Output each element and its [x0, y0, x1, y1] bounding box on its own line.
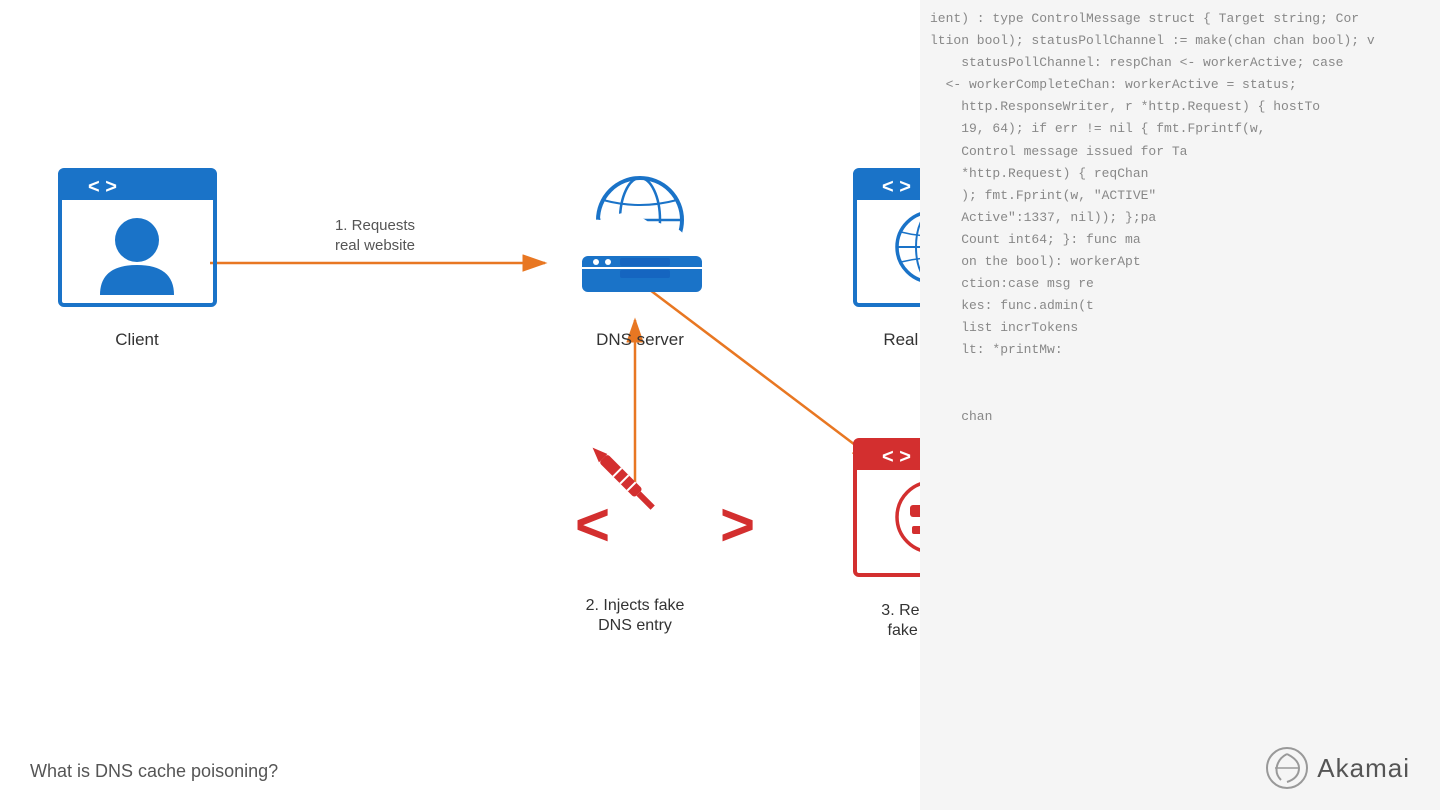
step1-label2: real website	[335, 237, 415, 254]
client-label: Client	[115, 330, 159, 349]
code-line: ction:case msg re	[930, 273, 1430, 295]
code-line: Count int64; }: func ma	[930, 229, 1430, 251]
dns-cloud-icon	[550, 178, 730, 292]
real-website-brackets: < >	[882, 176, 911, 198]
code-line: chan	[930, 406, 1430, 428]
client-code-brackets: < >	[88, 176, 117, 198]
client-person-body	[100, 265, 174, 295]
code-background: ient) : type ControlMessage struct { Tar…	[920, 0, 1440, 810]
akamai-logo-icon	[1265, 746, 1309, 790]
code-line: http.ResponseWriter, r *http.Request) { …	[930, 96, 1430, 118]
inject-label2: DNS entry	[598, 617, 672, 634]
diagram-svg: 1. Requests real website < > Client DNS …	[0, 0, 920, 810]
akamai-logo: Akamai	[1265, 746, 1410, 790]
bottom-title: What is DNS cache poisoning?	[30, 761, 278, 782]
fake-website-brackets: < >	[882, 446, 911, 468]
dns-label: DNS server	[596, 330, 684, 349]
attacker-right-bracket: >	[720, 491, 755, 558]
code-line: *http.Request) { reqChan	[930, 163, 1430, 185]
code-line: statusPollChannel: respChan <- workerAct…	[930, 52, 1430, 74]
client-browser-topbar	[60, 170, 215, 200]
step1-label: 1. Requests	[335, 217, 415, 234]
resolves-label2: fake website	[888, 622, 920, 639]
resolves-label1: 3. Resolves to	[881, 602, 920, 619]
client-person-head	[115, 218, 159, 262]
code-line	[930, 384, 1430, 406]
code-line	[930, 362, 1430, 384]
code-line: ltion bool); statusPollChannel := make(c…	[930, 30, 1430, 52]
real-website-label: Real website	[883, 330, 920, 349]
code-line: ); fmt.Fprint(w, "ACTIVE"	[930, 185, 1430, 207]
code-line: list incrTokens	[930, 317, 1430, 339]
code-line: on the bool): workerApt	[930, 251, 1430, 273]
attacker-left-bracket: <	[575, 491, 610, 558]
code-line: Control message issued for Ta	[930, 141, 1430, 163]
arrow-dns-to-fake	[650, 290, 875, 460]
inject-label1: 2. Injects fake	[586, 597, 685, 614]
code-line: 19, 64); if err != nil { fmt.Fprintf(w,	[930, 118, 1430, 140]
code-line: ient) : type ControlMessage struct { Tar…	[930, 8, 1430, 30]
code-line: kes: func.admin(t	[930, 295, 1430, 317]
code-line: <- workerCompleteChan: workerActive = st…	[930, 74, 1430, 96]
code-line: lt: *printMw:	[930, 339, 1430, 361]
akamai-text: Akamai	[1317, 753, 1410, 784]
code-line: Active":1337, nil)); };pa	[930, 207, 1430, 229]
